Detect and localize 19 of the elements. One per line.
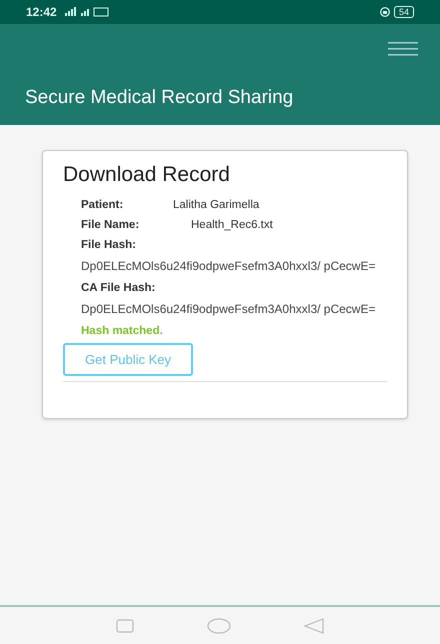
home-icon[interactable] [206, 618, 231, 634]
clock-time: 12:42 [26, 5, 57, 19]
back-icon[interactable] [304, 618, 324, 634]
lock-icon [380, 7, 390, 17]
hash-value: Dp0ELEcMOls6u24fi9odpweFsefm3A0hxxl3/ pCecwE= [80, 259, 376, 274]
get-public-key-button[interactable]: Get Public Key [63, 343, 193, 376]
field-label: File Hash: [80, 239, 137, 251]
match-status: Hash matched. [80, 325, 164, 337]
battery-level: 54 [394, 6, 414, 18]
app-title: Secure Medical Record Sharing [25, 87, 294, 109]
field-label: Patient: [81, 199, 124, 211]
card-title: Download Record [63, 163, 231, 187]
field-label: CA File Hash: [80, 282, 156, 294]
field-value: Lalitha Garimella [173, 199, 260, 211]
hash-value: Dp0ELEcMOls6u24fi9odpweFsefm3A0hxxl3/ pCecwE= [80, 302, 376, 317]
recent-apps-icon[interactable] [116, 618, 134, 632]
field-label: File Name: [81, 219, 140, 231]
menu-icon[interactable] [388, 42, 418, 56]
field-value: Health_Rec6.txt [191, 219, 273, 231]
